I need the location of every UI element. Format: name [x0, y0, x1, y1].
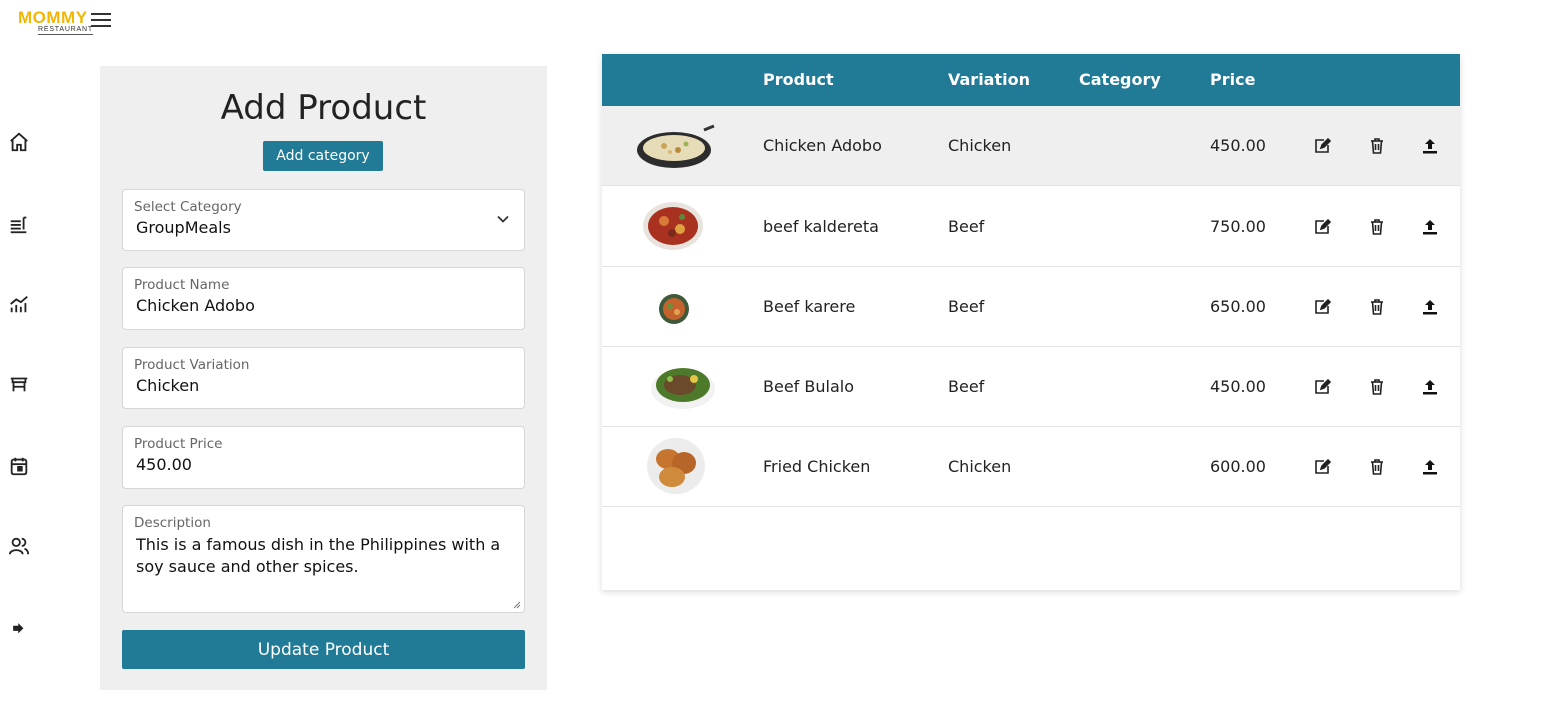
- product-price: 450.00: [1210, 377, 1266, 396]
- edit-icon[interactable]: [1312, 457, 1332, 477]
- product-name: beef kaldereta: [763, 217, 879, 236]
- product-name-input[interactable]: [136, 296, 506, 315]
- table-row[interactable]: Fried Chicken Chicken 600.00: [602, 427, 1460, 507]
- table-header: Product Variation Category Price: [602, 54, 1460, 106]
- product-variation-input[interactable]: [136, 376, 506, 395]
- product-price: 750.00: [1210, 217, 1266, 236]
- table-row[interactable]: Beef Bulalo Beef 450.00: [602, 347, 1460, 427]
- product-variation: Chicken: [948, 457, 1012, 476]
- beef-bulalo-image: [651, 368, 715, 409]
- chevron-down-icon: [497, 215, 509, 223]
- upload-icon[interactable]: [1420, 217, 1440, 237]
- product-price-label: Product Price: [134, 436, 223, 452]
- trash-icon[interactable]: [1367, 217, 1387, 237]
- page-title: Add Product: [220, 88, 427, 128]
- calendar-icon[interactable]: [6, 453, 32, 479]
- trash-icon[interactable]: [1367, 377, 1387, 397]
- products-table: Product Variation Category Price Chicken…: [602, 54, 1460, 590]
- update-product-button[interactable]: Update Product: [122, 630, 525, 669]
- home-icon[interactable]: [6, 129, 32, 155]
- upload-icon[interactable]: [1420, 297, 1440, 317]
- product-name: Beef karere: [763, 297, 856, 316]
- product-price: 450.00: [1210, 136, 1266, 155]
- table-icon[interactable]: [6, 371, 32, 397]
- product-name-label: Product Name: [134, 277, 230, 293]
- product-price: 650.00: [1210, 297, 1266, 316]
- product-name-field[interactable]: Product Name: [122, 267, 525, 330]
- product-variation: Chicken: [948, 136, 1012, 155]
- trash-icon[interactable]: [1367, 457, 1387, 477]
- users-icon[interactable]: [6, 533, 32, 559]
- table-row[interactable]: Beef karere Beef 650.00: [602, 267, 1460, 347]
- product-variation: Beef: [948, 297, 985, 316]
- edit-icon[interactable]: [1312, 136, 1332, 156]
- hamburger-menu-icon[interactable]: [91, 13, 111, 27]
- resize-handle-icon[interactable]: [513, 601, 521, 609]
- sidebar: [0, 0, 40, 704]
- category-label: Select Category: [134, 199, 242, 215]
- description-field[interactable]: Description This is a famous dish in the…: [122, 505, 525, 613]
- edit-icon[interactable]: [1312, 217, 1332, 237]
- product-variation-field[interactable]: Product Variation: [122, 347, 525, 409]
- beef-karere-image: [659, 294, 689, 324]
- analytics-icon[interactable]: [6, 291, 32, 317]
- header-variation: Variation: [948, 70, 1030, 89]
- table-row[interactable]: beef kaldereta Beef 750.00: [602, 187, 1460, 267]
- product-variation: Beef: [948, 217, 985, 236]
- logout-icon[interactable]: [6, 616, 32, 642]
- product-price-input[interactable]: [136, 455, 506, 474]
- product-name: Fried Chicken: [763, 457, 871, 476]
- header-price: Price: [1210, 70, 1256, 89]
- add-product-panel: Add Product Add category Select Category…: [100, 66, 547, 690]
- trash-icon[interactable]: [1367, 136, 1387, 156]
- product-name: Beef Bulalo: [763, 377, 854, 396]
- product-price-field[interactable]: Product Price: [122, 426, 525, 489]
- upload-icon[interactable]: [1420, 377, 1440, 397]
- product-name: Chicken Adobo: [763, 136, 882, 155]
- description-textarea[interactable]: This is a famous dish in the Philippines…: [136, 534, 506, 594]
- chicken-adobo-image: [637, 124, 715, 168]
- description-label: Description: [134, 515, 211, 531]
- menu-icon[interactable]: [6, 211, 32, 237]
- upload-icon[interactable]: [1420, 136, 1440, 156]
- category-select[interactable]: Select Category GroupMeals: [122, 189, 525, 251]
- category-value: GroupMeals: [136, 218, 231, 237]
- edit-icon[interactable]: [1312, 297, 1332, 317]
- product-price: 600.00: [1210, 457, 1266, 476]
- trash-icon[interactable]: [1367, 297, 1387, 317]
- upload-icon[interactable]: [1420, 457, 1440, 477]
- brand-subtitle: RESTAURANT: [38, 26, 93, 35]
- beef-kaldereta-image: [643, 202, 703, 250]
- product-variation: Beef: [948, 377, 985, 396]
- fried-chicken-image: [647, 438, 705, 494]
- header-product: Product: [763, 70, 834, 89]
- table-row[interactable]: Chicken Adobo Chicken 450.00: [602, 106, 1460, 186]
- header-category: Category: [1079, 70, 1161, 89]
- edit-icon[interactable]: [1312, 377, 1332, 397]
- product-variation-label: Product Variation: [134, 357, 250, 373]
- add-category-button[interactable]: Add category: [263, 141, 383, 171]
